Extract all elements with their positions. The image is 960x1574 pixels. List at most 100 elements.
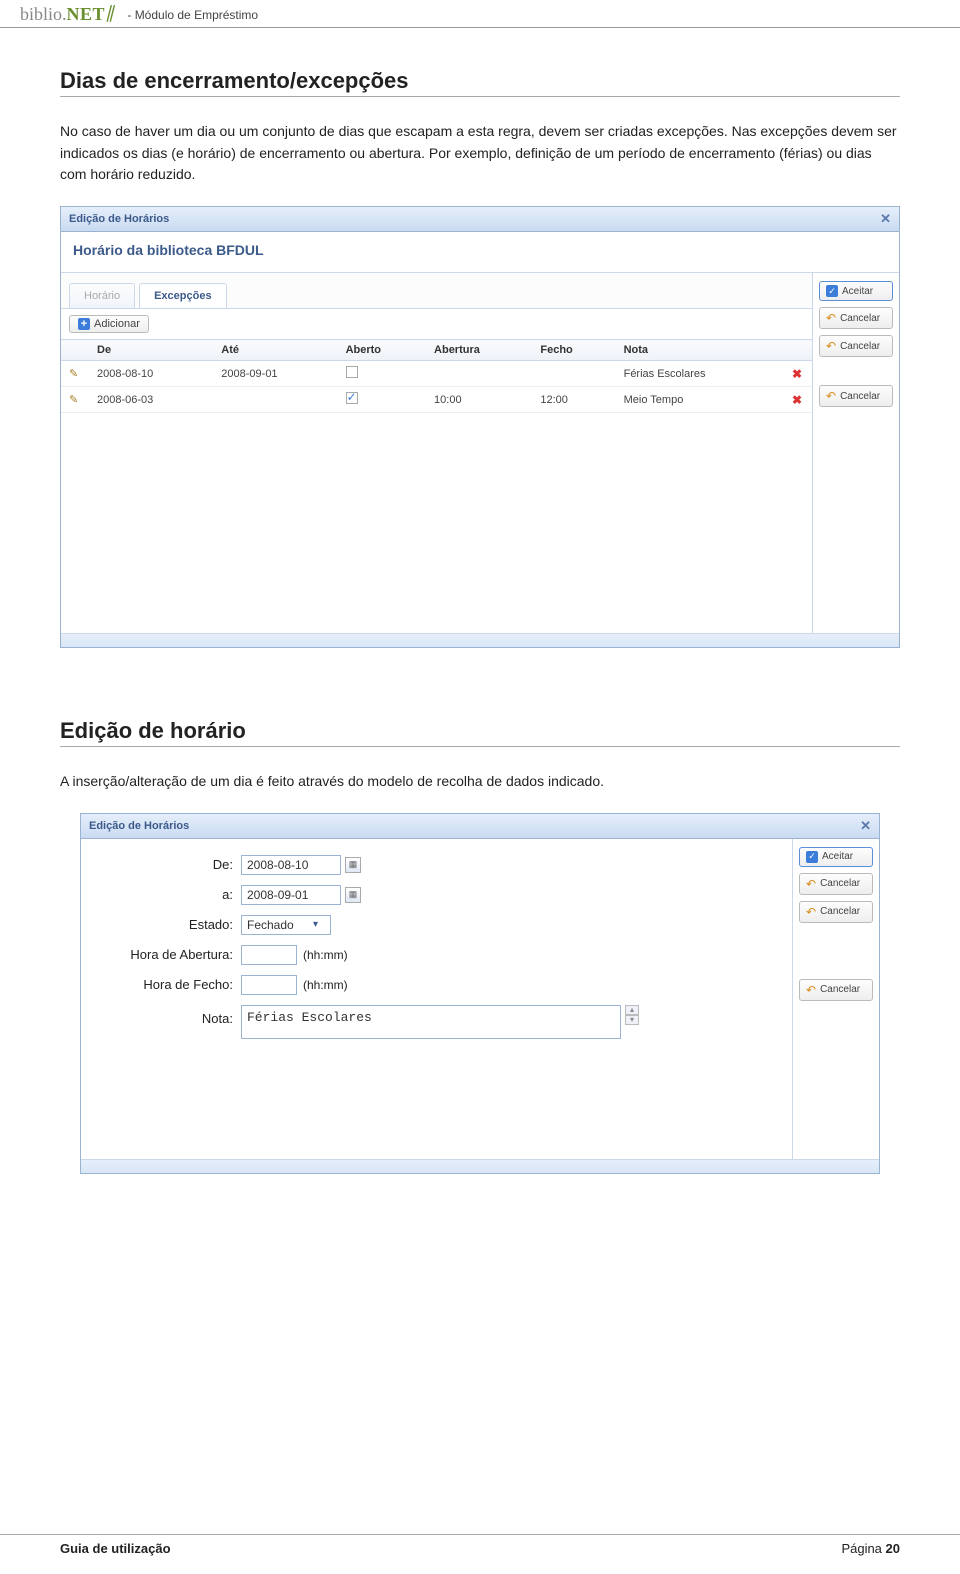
panel-statusbar: [61, 633, 899, 647]
check-icon: ✓: [806, 851, 818, 863]
add-button-label: Adicionar: [94, 318, 140, 330]
form-row-hora-abertura: Hora de Abertura: (hh:mm): [101, 945, 772, 965]
edit-icon[interactable]: ✎: [69, 368, 78, 380]
section2-paragraph: A inserção/alteração de um dia é feito a…: [60, 771, 900, 793]
add-button[interactable]: + Adicionar: [69, 315, 149, 333]
module-name: - Módulo de Empréstimo: [127, 8, 258, 22]
cell-abertura: [426, 361, 532, 387]
cancelar-button[interactable]: ↶ Cancelar: [799, 901, 873, 923]
undo-icon: ↶: [806, 983, 816, 997]
cell-fecho: [532, 361, 615, 387]
cancelar-button[interactable]: ↶ Cancelar: [819, 335, 893, 357]
form-area: De: ▦ a: ▦ Estado: ▾ Ho: [81, 839, 792, 1039]
cell-ate: [213, 387, 337, 413]
footer-right: Página 20: [841, 1541, 900, 1556]
footer-right-prefix: Página: [841, 1541, 885, 1556]
calendar-icon[interactable]: ▦: [345, 857, 361, 873]
logo-swoosh-icon: ∥: [105, 4, 113, 24]
logo-biblio: biblio.: [20, 4, 67, 24]
panel-titlebar: Edição de Horários ✕: [61, 207, 899, 232]
spin-up-icon[interactable]: ▴: [625, 1005, 639, 1015]
delete-icon[interactable]: ✖: [792, 367, 802, 381]
checkbox-aberto[interactable]: [346, 392, 358, 404]
table-row[interactable]: ✎ 2008-06-03 10:00 12:00 Meio Tempo ✖: [61, 387, 812, 413]
delete-icon[interactable]: ✖: [792, 393, 802, 407]
tab-excepcoes[interactable]: Excepções: [139, 283, 226, 308]
undo-icon: ↶: [826, 389, 836, 403]
undo-icon: ↶: [826, 311, 836, 325]
form-row-a: a: ▦: [101, 885, 772, 905]
exceptions-table: De Até Aberto Abertura Fecho Nota ✎ 200: [61, 339, 812, 413]
label-hora-abertura: Hora de Abertura:: [101, 947, 241, 962]
hint-hhmm: (hh:mm): [303, 978, 348, 992]
page-content: Dias de encerramento/excepções No caso d…: [0, 68, 960, 1174]
form-row-nota: Nota: ▴ ▾: [101, 1005, 772, 1039]
toolbar: + Adicionar: [61, 309, 812, 339]
label-estado: Estado:: [101, 917, 241, 932]
close-icon[interactable]: ✕: [880, 211, 891, 227]
logo: biblio.NET∥: [20, 4, 113, 25]
cancelar-button[interactable]: ↶ Cancelar: [799, 873, 873, 895]
cancelar-label: Cancelar: [820, 984, 860, 995]
col-de: De: [89, 340, 213, 361]
panel-body: Horário Excepções + Adicionar De Até: [61, 273, 899, 633]
cell-fecho: 12:00: [532, 387, 615, 413]
check-icon: ✓: [826, 285, 838, 297]
aceitar-button[interactable]: ✓ Aceitar: [799, 847, 873, 867]
col-ate: Até: [213, 340, 337, 361]
panel-side: ✓ Aceitar ↶ Cancelar ↶ Cancelar ↶ Cancel…: [813, 273, 899, 633]
tab-horario[interactable]: Horário: [69, 283, 135, 308]
page-footer: Guia de utilização Página 20: [0, 1534, 960, 1556]
logo-net: NET: [67, 4, 106, 24]
tabs-row: Horário Excepções: [61, 273, 812, 309]
cell-ate: 2008-09-01: [213, 361, 337, 387]
input-de[interactable]: [241, 855, 341, 875]
input-hora-fecho[interactable]: [241, 975, 297, 995]
calendar-icon[interactable]: ▦: [345, 887, 361, 903]
input-a[interactable]: [241, 885, 341, 905]
input-hora-abertura[interactable]: [241, 945, 297, 965]
panel-statusbar: [81, 1159, 879, 1173]
hint-hhmm: (hh:mm): [303, 948, 348, 962]
cancelar-label: Cancelar: [840, 313, 880, 324]
cell-de: 2008-06-03: [89, 387, 213, 413]
panel-title: Edição de Horários: [89, 820, 189, 832]
cancelar-button[interactable]: ↶ Cancelar: [799, 979, 873, 1001]
close-icon[interactable]: ✕: [860, 818, 871, 834]
panel-body: De: ▦ a: ▦ Estado: ▾ Ho: [81, 839, 879, 1159]
panel-title: Edição de Horários: [69, 213, 169, 225]
label-hora-fecho: Hora de Fecho:: [101, 977, 241, 992]
edit-icon[interactable]: ✎: [69, 394, 78, 406]
document-header: biblio.NET∥ - Módulo de Empréstimo: [0, 0, 960, 28]
edit-form-panel: Edição de Horários ✕ De: ▦ a: ▦: [80, 813, 880, 1174]
textarea-nota[interactable]: [241, 1005, 621, 1039]
panel-side: ✓ Aceitar ↶ Cancelar ↶ Cancelar ↶ Cancel…: [793, 839, 879, 1159]
spin-down-icon[interactable]: ▾: [625, 1015, 639, 1025]
section1-paragraph: No caso de haver um dia ou um conjunto d…: [60, 121, 900, 186]
title-rule: [60, 96, 900, 97]
form-row-de: De: ▦: [101, 855, 772, 875]
panel-subtitle: Horário da biblioteca BFDUL: [61, 232, 899, 273]
cancelar-button[interactable]: ↶ Cancelar: [819, 307, 893, 329]
undo-icon: ↶: [806, 877, 816, 891]
plus-icon: +: [78, 318, 90, 330]
section-title-exceptions: Dias de encerramento/excepções: [60, 68, 900, 94]
exceptions-panel: Edição de Horários ✕ Horário da bibliote…: [60, 206, 900, 648]
aceitar-button[interactable]: ✓ Aceitar: [819, 281, 893, 301]
textarea-spinner: ▴ ▾: [625, 1005, 639, 1025]
cancelar-label: Cancelar: [820, 878, 860, 889]
select-estado[interactable]: [241, 915, 331, 935]
section-title-edicao: Edição de horário: [60, 718, 900, 744]
table-row[interactable]: ✎ 2008-08-10 2008-09-01 Férias Escolares…: [61, 361, 812, 387]
title-rule: [60, 746, 900, 747]
col-fecho: Fecho: [532, 340, 615, 361]
cancelar-button[interactable]: ↶ Cancelar: [819, 385, 893, 407]
checkbox-aberto[interactable]: [346, 366, 358, 378]
label-de: De:: [101, 857, 241, 872]
cancelar-label: Cancelar: [840, 341, 880, 352]
cell-abertura: 10:00: [426, 387, 532, 413]
col-abertura: Abertura: [426, 340, 532, 361]
cancelar-label: Cancelar: [820, 906, 860, 917]
cell-de: 2008-08-10: [89, 361, 213, 387]
cell-nota: Meio Tempo: [616, 387, 784, 413]
